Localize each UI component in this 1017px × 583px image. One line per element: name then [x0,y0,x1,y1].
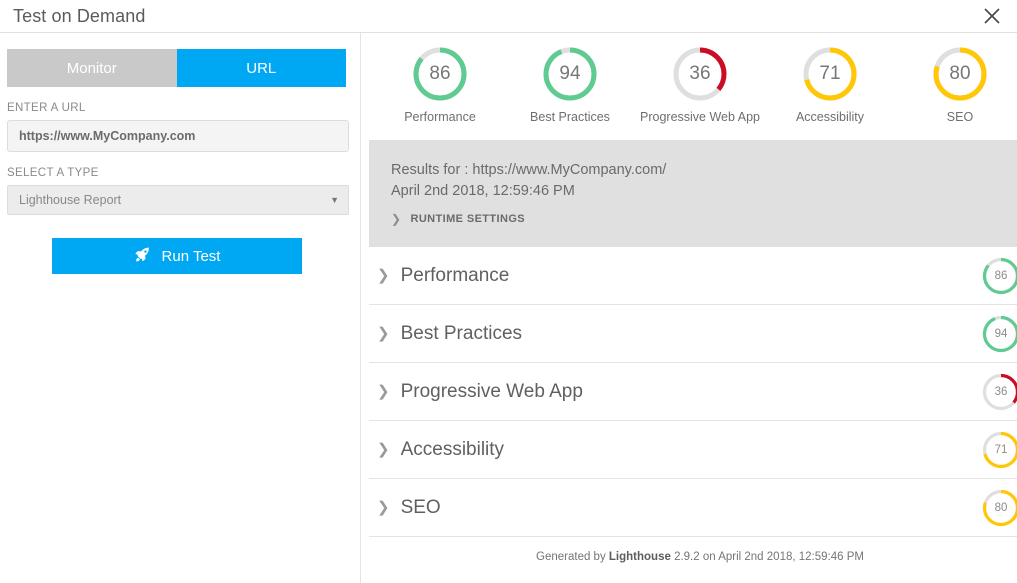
footer-brand: Lighthouse [609,551,671,563]
section-row-progressive-web-app[interactable]: ❯ Progressive Web App 36 [369,363,1017,421]
tab-monitor-label: Monitor [67,60,117,77]
section-title: Accessibility [401,439,504,461]
gauge-score: 94 [541,45,599,103]
results-date-line: April 2nd 2018, 12:59:46 PM [391,181,1017,202]
url-input[interactable] [7,120,349,152]
tab-monitor[interactable]: Monitor [7,49,177,87]
mode-tabs: Monitor URL [7,49,346,87]
report-footer: Generated by Lighthouse 2.9.2 on April 2… [361,551,1017,563]
gauge-seo: 80 SEO [895,45,1017,124]
gauge-ring: 80 [931,45,989,103]
section-score: 36 [981,372,1017,412]
section-score-gauge: 86 [981,256,1017,296]
gauge-best-practices: 94 Best Practices [505,45,635,124]
gauge-ring: 36 [671,45,729,103]
section-row-accessibility[interactable]: ❯ Accessibility 71 [369,421,1017,479]
chevron-right-icon: ❯ [377,500,390,515]
section-row-best-practices[interactable]: ❯ Best Practices 94 [369,305,1017,363]
chevron-right-icon: ❯ [377,384,390,399]
gauge-label: Accessibility [796,110,864,124]
gauge-score: 80 [931,45,989,103]
section-score-gauge: 94 [981,314,1017,354]
section-score-gauge: 80 [981,488,1017,528]
gauge-score: 71 [801,45,859,103]
section-header: ❯ SEO [377,497,441,519]
runtime-settings-toggle[interactable]: ❯ RUNTIME SETTINGS [391,213,525,225]
section-row-seo[interactable]: ❯ SEO 80 [369,479,1017,537]
gauge-label: Progressive Web App [640,110,760,124]
test-form-panel: Monitor URL ENTER A URL SELECT A TYPE Li… [0,33,361,583]
section-header: ❯ Performance [377,265,509,287]
gauge-score: 36 [671,45,729,103]
section-title: SEO [401,497,441,519]
category-sections: ❯ Performance 86 ❯ Best Practices [369,247,1017,537]
close-button[interactable] [979,3,1005,29]
gauge-label: SEO [947,110,973,124]
section-header: ❯ Best Practices [377,323,522,345]
gauge-performance: 86 Performance [375,45,505,124]
run-test-label: Run Test [162,248,221,265]
footer-prefix: Generated by [536,551,609,563]
chevron-right-icon: ❯ [391,213,401,225]
tab-url[interactable]: URL [177,49,347,87]
section-score-gauge: 71 [981,430,1017,470]
section-header: ❯ Progressive Web App [377,381,583,403]
close-icon [982,6,1002,26]
section-title: Performance [401,265,510,287]
gauge-ring: 86 [411,45,469,103]
section-title: Best Practices [401,323,522,345]
type-select-wrapper: Lighthouse Report ▼ [7,185,349,215]
gauge-ring: 71 [801,45,859,103]
chevron-right-icon: ❯ [377,326,390,341]
gauge-label: Performance [404,110,476,124]
footer-suffix: 2.9.2 on April 2nd 2018, 12:59:46 PM [671,551,864,563]
rocket-icon [134,246,151,267]
url-field-label: ENTER A URL [7,102,360,114]
gauge-label: Best Practices [530,110,610,124]
results-url-line: Results for : https://www.MyCompany.com/ [391,160,1017,181]
section-score: 86 [981,256,1017,296]
type-select[interactable]: Lighthouse Report [7,185,349,215]
gauge-ring: 94 [541,45,599,103]
gauge-progressive-web-app: 36 Progressive Web App [635,45,765,124]
tab-url-label: URL [246,60,276,77]
page-title: Test on Demand [13,6,145,27]
type-field-label: SELECT A TYPE [7,167,360,179]
score-gauge-row: 86 Performance 94 Best Practices [361,33,1017,124]
section-score: 71 [981,430,1017,470]
report-panel: 86 Performance 94 Best Practices [361,33,1017,583]
section-title: Progressive Web App [401,381,583,403]
run-test-button[interactable]: Run Test [52,238,302,274]
gauge-accessibility: 71 Accessibility [765,45,895,124]
type-select-value: Lighthouse Report [19,193,121,207]
gauge-score: 86 [411,45,469,103]
section-score-gauge: 36 [981,372,1017,412]
chevron-right-icon: ❯ [377,442,390,457]
runtime-settings-label: RUNTIME SETTINGS [410,213,525,225]
section-header: ❯ Accessibility [377,439,504,461]
section-score: 94 [981,314,1017,354]
window-titlebar: Test on Demand [0,0,1017,33]
section-row-performance[interactable]: ❯ Performance 86 [369,247,1017,305]
main-layout: Monitor URL ENTER A URL SELECT A TYPE Li… [0,33,1017,583]
section-score: 80 [981,488,1017,528]
chevron-right-icon: ❯ [377,268,390,283]
results-summary-panel: Results for : https://www.MyCompany.com/… [369,140,1017,247]
